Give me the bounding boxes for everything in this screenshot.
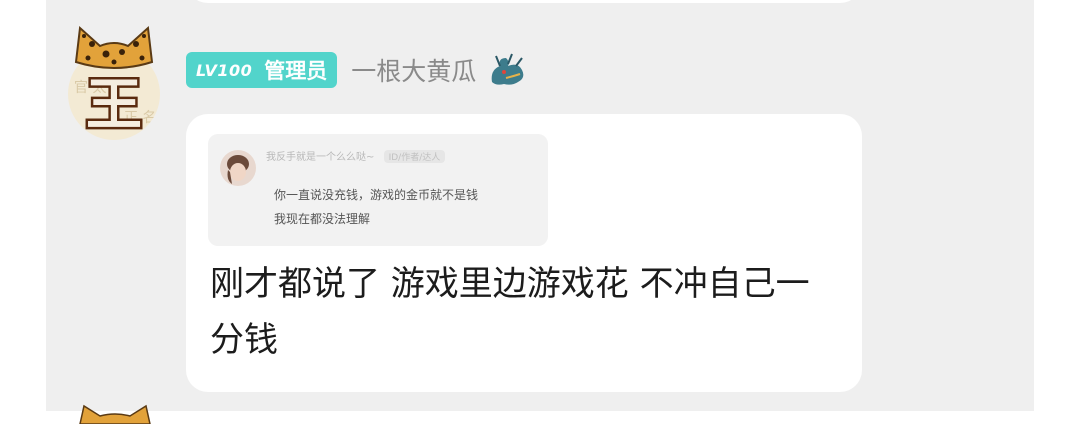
dragon-icon [491,53,524,85]
user-avatar[interactable]: 官 太 正 名 王 [66,22,162,146]
quote-tag: ID/作者/达人 [383,150,446,163]
level-badge: LV100 管理员 [186,52,338,88]
level-text: LV100 [196,60,253,80]
next-user-avatar[interactable] [74,404,156,424]
role-label: 管理员 [264,59,328,83]
message-bubble[interactable]: 我反手就是一个么么哒~ ID/作者/达人 你一直说没充钱，游戏的金币就不是钱 我… [186,114,862,392]
message-text: 刚才都说了 游戏里边游戏花 不冲自己一分钱 [210,264,810,360]
quote-line-1: 你一直说没充钱，游戏的金币就不是钱 [274,188,479,202]
avatar-character: 王 [86,72,142,138]
quoted-message[interactable]: 我反手就是一个么么哒~ ID/作者/达人 你一直说没充钱，游戏的金币就不是钱 我… [208,134,548,246]
post-header: LV100 管理员 一根大黄瓜 [186,52,528,88]
quote-nickname: 我反手就是一个么么哒~ ID/作者/达人 [266,148,446,163]
quote-line-2: 我现在都没法理解 [274,212,371,226]
quote-avatar [220,150,256,186]
quote-nickname-text: 我反手就是一个么么哒~ [266,152,375,163]
username[interactable]: 一根大黄瓜 [351,52,476,88]
previous-message-bubble[interactable] [186,0,862,3]
